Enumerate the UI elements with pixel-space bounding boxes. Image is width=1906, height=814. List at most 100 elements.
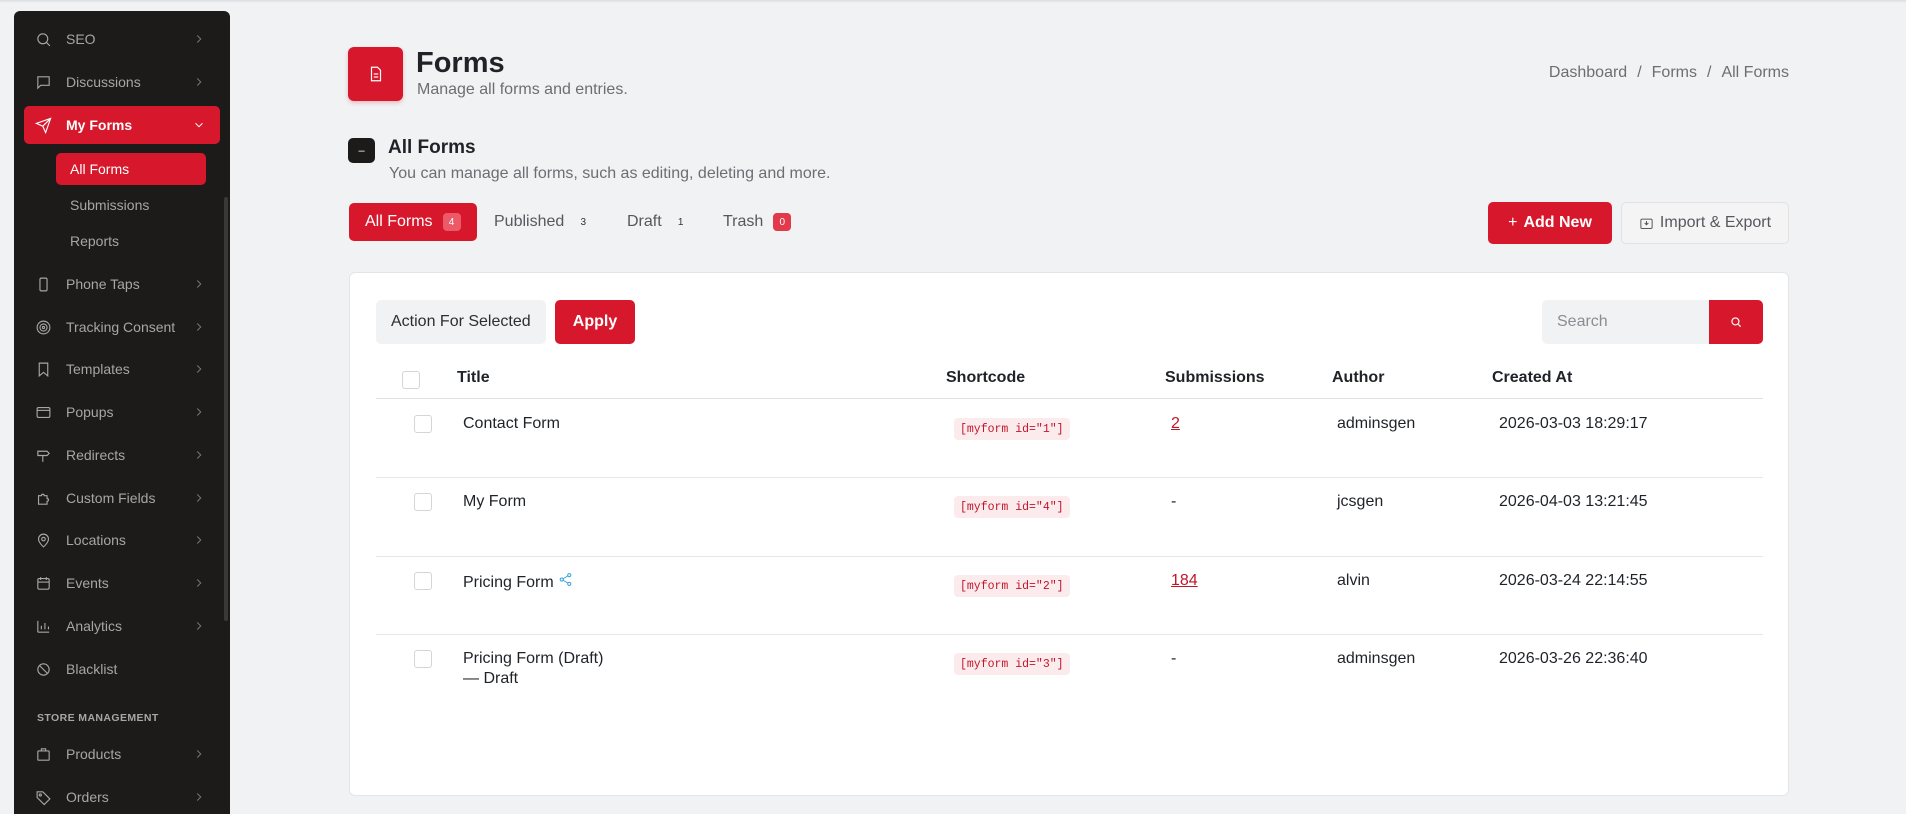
submissions-link[interactable]: 184 — [1171, 572, 1198, 590]
search-button[interactable] — [1709, 300, 1763, 344]
sidebar-item-label: Templates — [66, 361, 130, 377]
select-all-checkbox[interactable] — [402, 371, 420, 389]
sidebar-item-redirects[interactable]: Redirects — [24, 437, 220, 473]
sidebar-scrollbar[interactable] — [224, 197, 228, 621]
row-divider — [376, 634, 1763, 635]
import-export-label: Import & Export — [1659, 214, 1772, 231]
breadcrumb-current: All Forms — [1721, 64, 1789, 81]
row-checkbox[interactable] — [414, 493, 432, 511]
sidebar-item-phone-taps[interactable]: Phone Taps — [24, 266, 220, 302]
sidebar-item-label: Analytics — [66, 618, 123, 634]
page-title: Forms — [416, 47, 505, 79]
row-divider — [376, 556, 1763, 557]
search-icon — [1731, 317, 1742, 328]
breadcrumb-dashboard[interactable]: Dashboard — [1549, 64, 1627, 82]
sidebar-item-blacklist[interactable]: Blacklist — [24, 651, 220, 687]
section-subtitle: You can manage all forms, such as editin… — [389, 165, 831, 182]
search-input[interactable] — [1542, 300, 1710, 344]
sidebar-subitem-label: Reports — [70, 233, 120, 249]
breadcrumb-forms[interactable]: Forms — [1652, 64, 1697, 82]
share-icon — [558, 573, 573, 591]
signpost-icon — [34, 446, 52, 464]
forms-table-card: Action For Selected Apply Title Shortcod… — [349, 272, 1789, 796]
window-icon — [34, 403, 52, 421]
form-title-link[interactable]: Contact Form — [463, 415, 560, 433]
shortcode-badge: [myform id="2"] — [954, 575, 1070, 597]
row-checkbox[interactable] — [414, 650, 432, 668]
page-subtitle: Manage all forms and entries. — [417, 81, 628, 98]
sidebar-item-products[interactable]: Products — [24, 736, 220, 772]
sidebar-item-my-forms[interactable]: My Forms — [24, 106, 220, 144]
import-icon — [1639, 216, 1654, 231]
forms-header-icon — [348, 47, 403, 101]
tab-draft[interactable]: Draft 1 — [611, 203, 706, 241]
sidebar-item-label: SEO — [66, 31, 96, 47]
tab-published[interactable]: Published 3 — [478, 203, 608, 241]
row-checkbox[interactable] — [414, 415, 432, 433]
sidebar-item-analytics[interactable]: Analytics — [24, 608, 220, 644]
sidebar-item-orders[interactable]: Orders — [24, 779, 220, 814]
chevron-right-icon — [192, 32, 206, 46]
submissions-link[interactable]: 2 — [1171, 415, 1180, 433]
calendar-icon — [34, 574, 52, 592]
section-title: All Forms — [388, 137, 476, 158]
author-cell: adminsgen — [1337, 415, 1416, 432]
created-at-cell: 2026-03-03 18:29:17 — [1499, 415, 1648, 432]
form-title-link[interactable]: Pricing Form (Draft) — [463, 650, 603, 668]
tab-trash[interactable]: Trash 0 — [707, 203, 807, 241]
sidebar-item-custom-fields[interactable]: Custom Fields — [24, 480, 220, 516]
sidebar-subitem-all-forms[interactable]: All Forms — [56, 153, 206, 185]
add-new-button[interactable]: + Add New — [1488, 202, 1612, 244]
submissions-cell: - — [1171, 650, 1177, 667]
submissions-cell: - — [1171, 493, 1177, 510]
form-title-link[interactable]: My Form — [463, 493, 526, 511]
column-header-author[interactable]: Author — [1332, 369, 1384, 387]
tab-count-badge: 1 — [677, 216, 684, 228]
form-title-link[interactable]: Pricing Form — [463, 572, 573, 592]
file-text-icon — [370, 66, 381, 82]
tab-label: Draft — [627, 213, 662, 230]
sidebar-subitem-submissions[interactable]: Submissions — [56, 189, 206, 221]
sidebar-subitem-reports[interactable]: Reports — [56, 225, 206, 257]
row-divider — [376, 477, 1763, 478]
sidebar-item-locations[interactable]: Locations — [24, 522, 220, 558]
column-header-created-at[interactable]: Created At — [1492, 369, 1572, 387]
sidebar-item-templates[interactable]: Templates — [24, 351, 220, 387]
sidebar-item-label: Phone Taps — [66, 276, 140, 292]
import-export-button[interactable]: Import & Export — [1621, 202, 1789, 244]
ban-icon — [34, 660, 52, 678]
breadcrumb-separator: / — [1706, 64, 1712, 81]
apply-button[interactable]: Apply — [555, 300, 635, 344]
plus-icon: + — [1508, 214, 1518, 231]
target-icon — [34, 318, 52, 336]
sidebar-item-discussions[interactable]: Discussions — [24, 64, 220, 100]
row-checkbox[interactable] — [414, 572, 432, 590]
search-icon — [34, 30, 52, 48]
tab-count-badge: 4 — [442, 213, 461, 231]
sidebar-item-popups[interactable]: Popups — [24, 394, 220, 430]
sidebar-item-seo[interactable]: SEO — [24, 21, 220, 57]
shortcode-badge: [myform id="4"] — [954, 496, 1070, 518]
tab-label: Trash — [723, 213, 764, 230]
sidebar-subitem-label: Submissions — [70, 197, 150, 213]
bulk-action-select[interactable]: Action For Selected — [376, 300, 546, 344]
created-at-cell: 2026-04-03 13:21:45 — [1499, 493, 1648, 510]
column-header-submissions: Submissions — [1165, 369, 1265, 386]
sidebar: SEO Discussions My Forms All Forms Submi… — [14, 11, 230, 814]
chevron-right-icon — [192, 747, 206, 761]
tab-all-forms[interactable]: All Forms 4 — [349, 203, 477, 241]
top-shadow — [0, 0, 1906, 3]
sidebar-item-label: Blacklist — [66, 661, 118, 677]
author-cell: adminsgen — [1337, 650, 1416, 667]
created-at-cell: 2026-03-24 22:14:55 — [1499, 572, 1648, 589]
draft-state-note: — Draft — [463, 670, 519, 687]
sidebar-subitem-label: All Forms — [70, 161, 130, 177]
sidebar-item-label: Tracking Consent — [66, 319, 176, 335]
chevron-right-icon — [192, 533, 206, 547]
message-square-icon — [34, 73, 52, 91]
sidebar-item-events[interactable]: Events — [24, 565, 220, 601]
sidebar-item-tracking-consent[interactable]: Tracking Consent — [24, 309, 220, 345]
tab-count-badge: 3 — [580, 216, 587, 228]
column-header-title[interactable]: Title — [457, 369, 490, 387]
author-cell: jcsgen — [1337, 493, 1384, 510]
